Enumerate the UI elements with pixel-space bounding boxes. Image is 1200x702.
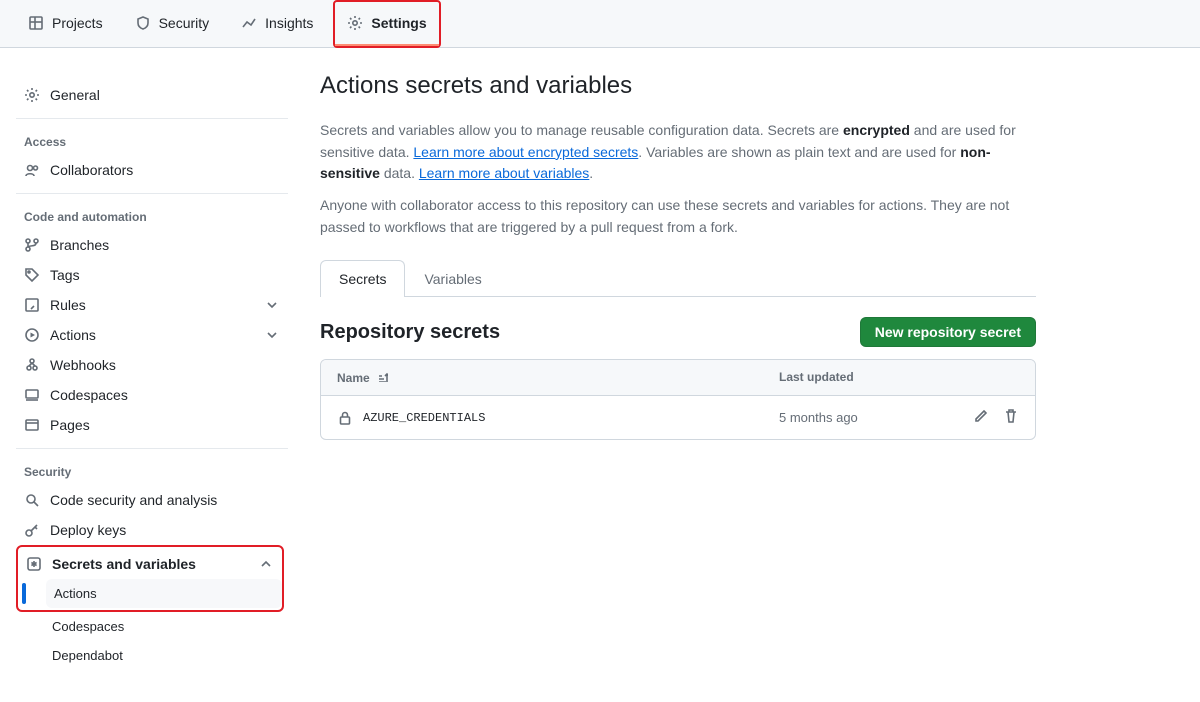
sidebar-label: Codespaces (50, 387, 128, 403)
sort-icon (376, 370, 388, 385)
sidebar-label: General (50, 87, 100, 103)
content-tabs: Secrets Variables (320, 260, 1036, 297)
sidebar-label: Collaborators (50, 162, 133, 178)
col-name-header[interactable]: Name (337, 370, 779, 385)
scan-icon (24, 492, 40, 508)
tab-variables[interactable]: Variables (405, 260, 500, 297)
sidebar-deploy-keys[interactable]: Deploy keys (16, 515, 288, 545)
table-header: Name Last updated (321, 360, 1035, 396)
top-nav: Projects Security Insights Settings (0, 0, 1200, 48)
table-icon (28, 15, 44, 31)
sidebar-label: Webhooks (50, 357, 116, 373)
graph-icon (241, 15, 257, 31)
sidebar-heading-access: Access (16, 127, 288, 155)
gear-icon (24, 87, 40, 103)
webhook-icon (24, 357, 40, 373)
sidebar-codespaces[interactable]: Codespaces (16, 380, 288, 410)
section-title: Repository secrets (320, 321, 500, 344)
main-content: Actions secrets and variables Secrets an… (296, 48, 1076, 702)
highlight-secrets-block: Secrets and variables Actions (16, 545, 284, 612)
tag-icon (24, 267, 40, 283)
settings-sidebar: General Access Collaborators Code and au… (0, 48, 296, 702)
codespaces-icon (24, 387, 40, 403)
new-secret-button[interactable]: New repository secret (860, 317, 1036, 347)
sidebar-general[interactable]: General (16, 80, 288, 110)
sidebar-secrets-submenu: Actions (18, 579, 282, 608)
sidebar-collaborators[interactable]: Collaborators (16, 155, 288, 185)
sidebar-branches[interactable]: Branches (16, 230, 288, 260)
key-icon (24, 522, 40, 538)
secret-name-cell: AZURE_CREDENTIALS (337, 410, 779, 426)
sidebar-actions[interactable]: Actions (16, 320, 288, 350)
sidebar-label: Secrets and variables (52, 556, 196, 572)
sidebar-sub-codespaces[interactable]: Codespaces (44, 612, 288, 641)
link-encrypted-secrets[interactable]: Learn more about encrypted secrets (413, 144, 638, 160)
sidebar-heading-security: Security (16, 457, 288, 485)
sidebar-label: Rules (50, 297, 86, 313)
play-icon (24, 327, 40, 343)
sidebar-sub-dependabot[interactable]: Dependabot (44, 641, 288, 670)
tab-label: Security (159, 15, 210, 31)
sidebar-secrets-submenu-rest: Codespaces Dependabot (16, 612, 288, 670)
sidebar-tags[interactable]: Tags (16, 260, 288, 290)
browser-icon (24, 417, 40, 433)
sidebar-label: Code security and analysis (50, 492, 217, 508)
secret-name: AZURE_CREDENTIALS (363, 411, 485, 425)
tab-label: Settings (371, 15, 426, 31)
tab-secrets[interactable]: Secrets (320, 260, 405, 297)
tab-projects[interactable]: Projects (16, 2, 115, 46)
tab-label: Projects (52, 15, 103, 31)
delete-button[interactable] (1003, 408, 1019, 427)
sidebar-label: Tags (50, 267, 80, 283)
sidebar-secrets-variables[interactable]: Secrets and variables (18, 549, 282, 579)
shield-icon (135, 15, 151, 31)
tab-settings[interactable]: Settings (335, 2, 438, 46)
gear-icon (347, 15, 363, 31)
lock-icon (337, 410, 353, 426)
chevron-down-icon (264, 297, 280, 313)
branch-icon (24, 237, 40, 253)
sidebar-label: Actions (50, 327, 96, 343)
people-icon (24, 162, 40, 178)
sidebar-rules[interactable]: Rules (16, 290, 288, 320)
sidebar-sub-actions[interactable]: Actions (46, 579, 282, 608)
edit-button[interactable] (973, 408, 989, 427)
sidebar-webhooks[interactable]: Webhooks (16, 350, 288, 380)
sidebar-label: Deploy keys (50, 522, 126, 538)
chevron-down-icon (264, 327, 280, 343)
col-updated-header: Last updated (779, 370, 939, 385)
rules-icon (24, 297, 40, 313)
sidebar-label: Pages (50, 417, 90, 433)
asterisk-icon (26, 556, 42, 572)
tab-security[interactable]: Security (123, 2, 222, 46)
highlight-settings-tab: Settings (333, 0, 440, 48)
tab-label: Insights (265, 15, 313, 31)
sidebar-label: Branches (50, 237, 109, 253)
sidebar-heading-code: Code and automation (16, 202, 288, 230)
sidebar-pages[interactable]: Pages (16, 410, 288, 440)
chevron-up-icon (258, 556, 274, 572)
secret-updated: 5 months ago (779, 410, 939, 425)
description-2: Anyone with collaborator access to this … (320, 195, 1036, 238)
tab-insights[interactable]: Insights (229, 2, 325, 46)
secrets-table: Name Last updated AZURE_CREDENTIALS 5 mo… (320, 359, 1036, 440)
section-header: Repository secrets New repository secret (320, 317, 1036, 347)
link-variables[interactable]: Learn more about variables (419, 165, 589, 181)
table-row: AZURE_CREDENTIALS 5 months ago (321, 396, 1035, 439)
page-title: Actions secrets and variables (320, 72, 1036, 100)
sidebar-code-security[interactable]: Code security and analysis (16, 485, 288, 515)
description-1: Secrets and variables allow you to manag… (320, 120, 1036, 185)
